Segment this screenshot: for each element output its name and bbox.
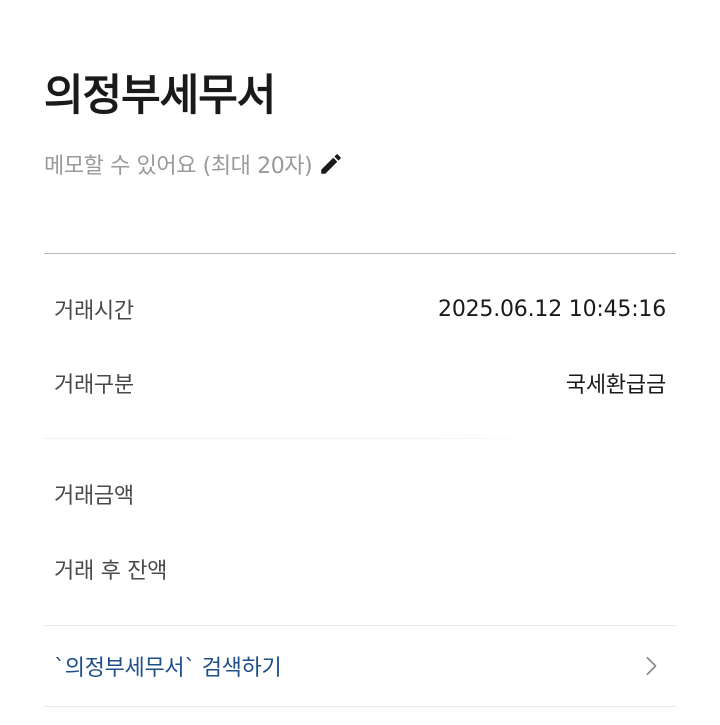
amount-label: 거래금액 xyxy=(54,484,134,509)
detail-row-amount: 거래금액 xyxy=(54,474,666,514)
chevron-right-icon xyxy=(646,656,657,676)
detail-row-type: 거래구분 국세환급금 xyxy=(54,363,666,403)
memo-placeholder: 메모할 수 있어요 (최대 20자) xyxy=(44,154,313,179)
search-merchant-label: `의정부세무서` 검색하기 xyxy=(54,656,282,681)
search-merchant-button[interactable]: `의정부세무서` 검색하기 xyxy=(44,626,676,706)
time-value: 2025.06.12 10:45:16 xyxy=(438,296,666,322)
pencil-icon[interactable] xyxy=(318,151,344,177)
type-label: 거래구분 xyxy=(54,373,134,398)
divider-below-search xyxy=(44,706,676,707)
page-title: 의정부세무서 xyxy=(44,71,276,121)
memo-edit-button[interactable]: 메모할 수 있어요 (최대 20자) xyxy=(44,146,344,182)
section-divider xyxy=(44,253,676,254)
detail-row-time: 거래시간 2025.06.12 10:45:16 xyxy=(54,289,666,329)
balance-label: 거래 후 잔액 xyxy=(54,559,168,584)
type-value: 국세환급금 xyxy=(565,373,666,398)
section-divider-faded xyxy=(44,438,676,439)
detail-row-balance: 거래 후 잔액 xyxy=(54,549,666,589)
time-label: 거래시간 xyxy=(54,299,134,324)
